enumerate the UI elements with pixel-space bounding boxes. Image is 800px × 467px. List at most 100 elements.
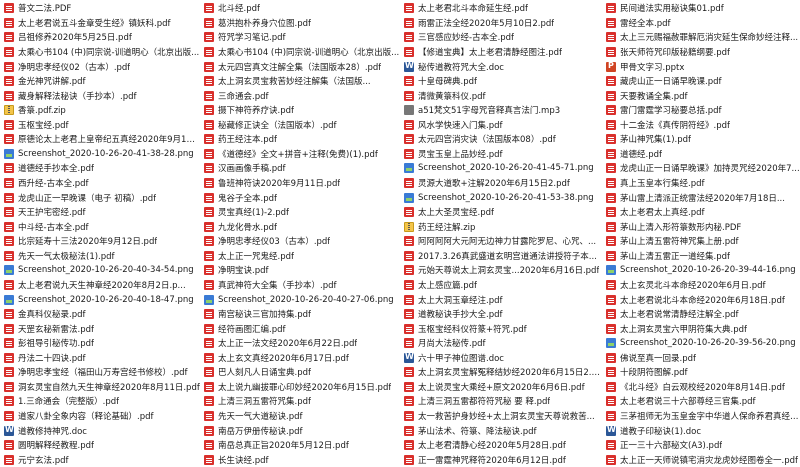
- file-item[interactable]: 太上洞玄灵宝救苦妙经注解集（法国版...: [200, 74, 400, 89]
- file-item[interactable]: Screenshot_2020-10-26-20-39-44-16.png: [602, 263, 800, 278]
- file-item[interactable]: 丹法二十四诀.pdf: [0, 351, 200, 366]
- file-item[interactable]: 张天师符咒印版秘籍纲要.pdf: [602, 45, 800, 60]
- file-item[interactable]: 洞玄灵宝自然九天生神章经2020年8月11日.pdf: [0, 380, 200, 395]
- file-item[interactable]: 净明忠孝经仪02（古本）.pdf: [0, 59, 200, 74]
- file-item[interactable]: a51梵文51字母咒音释真言法门.mp3: [400, 103, 602, 118]
- file-item[interactable]: Screenshot_2020-10-26-20-40-18-47.png: [0, 292, 200, 307]
- file-item[interactable]: 真武神符大全集（手抄本）.pdf: [200, 278, 400, 293]
- file-item[interactable]: 甲骨文字习.pptx: [602, 59, 800, 74]
- file-item[interactable]: 净明忠孝宝经（福田山万寿宫经书修校）.pdf: [0, 365, 200, 380]
- file-item[interactable]: 玉枢宝经科仪符篆+符咒.pdf: [400, 321, 602, 336]
- file-item[interactable]: 三官感应妙经-古本全.pdf: [400, 30, 602, 45]
- file-item[interactable]: 太上玄灵北斗本命经2020年6月日.pdf: [602, 278, 800, 293]
- file-item[interactable]: 元始天尊说太上洞玄灵宝...2020年6月16日.pdf: [400, 263, 602, 278]
- file-item[interactable]: 《道德经》全文+拼音+注释(免费)(1).pdf: [200, 147, 400, 162]
- file-item[interactable]: 太上说九幽拔罪心印妙经2020年6月15日.pdf: [200, 380, 400, 395]
- file-item[interactable]: 秘藏修正诀全（法国版本）.pdf: [200, 118, 400, 133]
- file-item[interactable]: 2017.3.26真武盛道玄明宫道通法讲授符子本...: [400, 249, 602, 264]
- file-item[interactable]: 太上老君说五斗金章受生经》镇妖科.pdf: [0, 16, 200, 31]
- file-item[interactable]: 太上感应篇.pdf: [400, 278, 602, 293]
- file-item[interactable]: 茅山雷上清派正统雷法经2020年7月18日...: [602, 190, 800, 205]
- file-item[interactable]: 南岳万伊册传秘诀.pdf: [200, 423, 400, 438]
- file-item[interactable]: 先天一气太极秘法(1).pdf: [0, 249, 200, 264]
- file-item[interactable]: 道教修持神咒.doc: [0, 423, 200, 438]
- file-item[interactable]: 鲁班神符诀2020年9月11日.pdf: [200, 176, 400, 191]
- file-item[interactable]: 天要教诵全集.pdf: [602, 88, 800, 103]
- file-item[interactable]: 玉枢宝经.pdf: [0, 118, 200, 133]
- file-item[interactable]: Screenshot_2020-10-26-20-41-53-38.png: [400, 190, 602, 205]
- file-item[interactable]: 太上正一咒鬼经.pdf: [200, 249, 400, 264]
- file-item[interactable]: 茅山上清五雷正一道经集.pdf: [602, 249, 800, 264]
- file-item[interactable]: 道德经.pdf: [602, 147, 800, 162]
- file-item[interactable]: 太上老君北斗本命延生经.pdf: [400, 1, 602, 16]
- file-item[interactable]: Screenshot_2020-10-26-20-40-34-54.png: [0, 263, 200, 278]
- file-item[interactable]: 茅山上清入形符箓数形内秘.PDF: [602, 219, 800, 234]
- file-item[interactable]: 藏虎山正一日诵早晚课.pdf: [602, 74, 800, 89]
- file-item[interactable]: 太上大洞玉章经注.pdf: [400, 292, 602, 307]
- file-item[interactable]: 雨雷正法全经2020年5月10日2.pdf: [400, 16, 602, 31]
- file-item[interactable]: 道教子印秘诀(1).doc: [602, 423, 800, 438]
- file-item[interactable]: 十二金法《真传阴符经》.pdf: [602, 118, 800, 133]
- file-item[interactable]: 经符画图汇编.pdf: [200, 321, 400, 336]
- file-item[interactable]: 正一三十六部秘文(A3).pdf: [602, 438, 800, 453]
- file-item[interactable]: 太一救苦护身妙经+太上洞玄灵宝天尊说救苦...: [400, 409, 602, 424]
- file-item[interactable]: 太上洞玄灵宝六甲阴符集大典.pdf: [602, 321, 800, 336]
- file-item[interactable]: 药王经注本.pdf: [200, 132, 400, 147]
- file-item[interactable]: 上清三洞五雷都符符咒秘 要 释.pdf: [400, 394, 602, 409]
- file-item[interactable]: 灵源大道歌+注解2020年6月15日2.pdf: [400, 176, 602, 191]
- file-item[interactable]: 比宗延寿十三法2020年9月12日.pdf: [0, 234, 200, 249]
- file-item[interactable]: 药王经注解.zip: [400, 219, 602, 234]
- file-item[interactable]: 太上正一天师说镇宅消灾龙虎妙经图卷全一.pdf: [602, 452, 800, 467]
- file-item[interactable]: 原德论太上老君上皇帝纪五真经2020年9月17日...: [0, 132, 200, 147]
- file-item[interactable]: 汉画画像手稿.pdf: [200, 161, 400, 176]
- file-item[interactable]: 太上正一法文经2020年6月22日.pdf: [200, 336, 400, 351]
- file-item[interactable]: 太乘心书104 (中)同宗说-训道明心（北京出版...: [200, 45, 400, 60]
- file-item[interactable]: 月尚大法秘传.pdf: [400, 336, 602, 351]
- file-item[interactable]: 西升经-古本全.pdf: [0, 176, 200, 191]
- file-item[interactable]: 茅山神咒集(1).pdf: [602, 132, 800, 147]
- file-item[interactable]: 巴人刻凡人日诵宝典.pdf: [200, 365, 400, 380]
- file-item[interactable]: 太上大圣灵宝经.pdf: [400, 205, 602, 220]
- file-item[interactable]: 龙虎山正一日诵早晚课》加持灵咒经2020年7...: [602, 161, 800, 176]
- file-item[interactable]: 六十甲子神位图谱.doc: [400, 351, 602, 366]
- file-item[interactable]: 太上老君说常清静经注解全.pdf: [602, 307, 800, 322]
- file-item[interactable]: 真上玉皇本行集经.pdf: [602, 176, 800, 191]
- file-item[interactable]: 【修道宝典】太上老君清静经图注.pdf: [400, 45, 602, 60]
- file-item[interactable]: 太上老君说北斗本命经2020年6月18日.pdf: [602, 292, 800, 307]
- file-item[interactable]: 太元四宫真文注解全集（法国版本28）.pdf: [200, 59, 400, 74]
- file-item[interactable]: 十段阴符图解.pdf: [602, 365, 800, 380]
- file-item[interactable]: 圆明解释经教程.pdf: [0, 438, 200, 453]
- file-item[interactable]: 三命通会.pdf: [200, 88, 400, 103]
- file-item[interactable]: Screenshot_2020-10-26-20-41-38-28.png: [0, 147, 200, 162]
- file-item[interactable]: 太上说灵宝大乘经+原文2020年6月6日.pdf: [400, 380, 602, 395]
- file-item[interactable]: 雷门雷霆学习秘要总括.pdf: [602, 103, 800, 118]
- file-item[interactable]: 风水学快速入门集.pdf: [400, 118, 602, 133]
- file-item[interactable]: 吕祖修养2020年5月25日.pdf: [0, 30, 200, 45]
- file-item[interactable]: 符咒学习笔记.pdf: [200, 30, 400, 45]
- file-item[interactable]: 藏身解释法秘诀（手抄本）.pdf: [0, 88, 200, 103]
- file-item[interactable]: 天王护宅密经.pdf: [0, 205, 200, 220]
- file-item[interactable]: 太上老君太上真经.pdf: [602, 205, 800, 220]
- file-item[interactable]: 太上玄文真经2020年6月17日.pdf: [200, 351, 400, 366]
- file-item[interactable]: 茅山上清五雷符神咒集上册.pdf: [602, 234, 800, 249]
- file-item[interactable]: 民间道法实用秘诀集01.pdf: [602, 1, 800, 16]
- file-item[interactable]: 龙虎山正一早晚课（电子 初稿）.pdf: [0, 190, 200, 205]
- file-item[interactable]: 道德经手抄本全.pdf: [0, 161, 200, 176]
- file-item[interactable]: 太上老君清静心经2020年5月28日.pdf: [400, 438, 602, 453]
- file-item[interactable]: 元宁玄法.pdf: [0, 452, 200, 467]
- file-item[interactable]: 净明忠孝经仪03（古本）.pdf: [200, 234, 400, 249]
- file-item[interactable]: 雷经全本.pdf: [602, 16, 800, 31]
- file-item[interactable]: 清微黄箓科仪.pdf: [400, 88, 602, 103]
- file-item[interactable]: 净明宝诀.pdf: [200, 263, 400, 278]
- file-item[interactable]: 佛说至真一回录.pdf: [602, 351, 800, 366]
- file-item[interactable]: 道家八卦全象内容（释论基础）.pdf: [0, 409, 200, 424]
- file-item[interactable]: Screenshot_2020-10-26-20-39-56-20.png: [602, 336, 800, 351]
- file-item[interactable]: Screenshot_2020-10-26-20-41-45-71.png: [400, 161, 602, 176]
- file-item[interactable]: 太上老君说九天生神章经2020年8月2日.p...: [0, 278, 200, 293]
- file-item[interactable]: 1.三命通会（完整版）.pdf: [0, 394, 200, 409]
- file-item[interactable]: 灵宝真经(1)-2.pdf: [200, 205, 400, 220]
- file-item[interactable]: 中斗经-古本全.pdf: [0, 219, 200, 234]
- file-item[interactable]: 先天一气大道秘诀.pdf: [200, 409, 400, 424]
- file-item[interactable]: 葛洪抱朴养身穴位图.pdf: [200, 16, 400, 31]
- file-item[interactable]: 三茅祖师无为玉皇金字中华道人保命养君真经.pdf: [602, 409, 800, 424]
